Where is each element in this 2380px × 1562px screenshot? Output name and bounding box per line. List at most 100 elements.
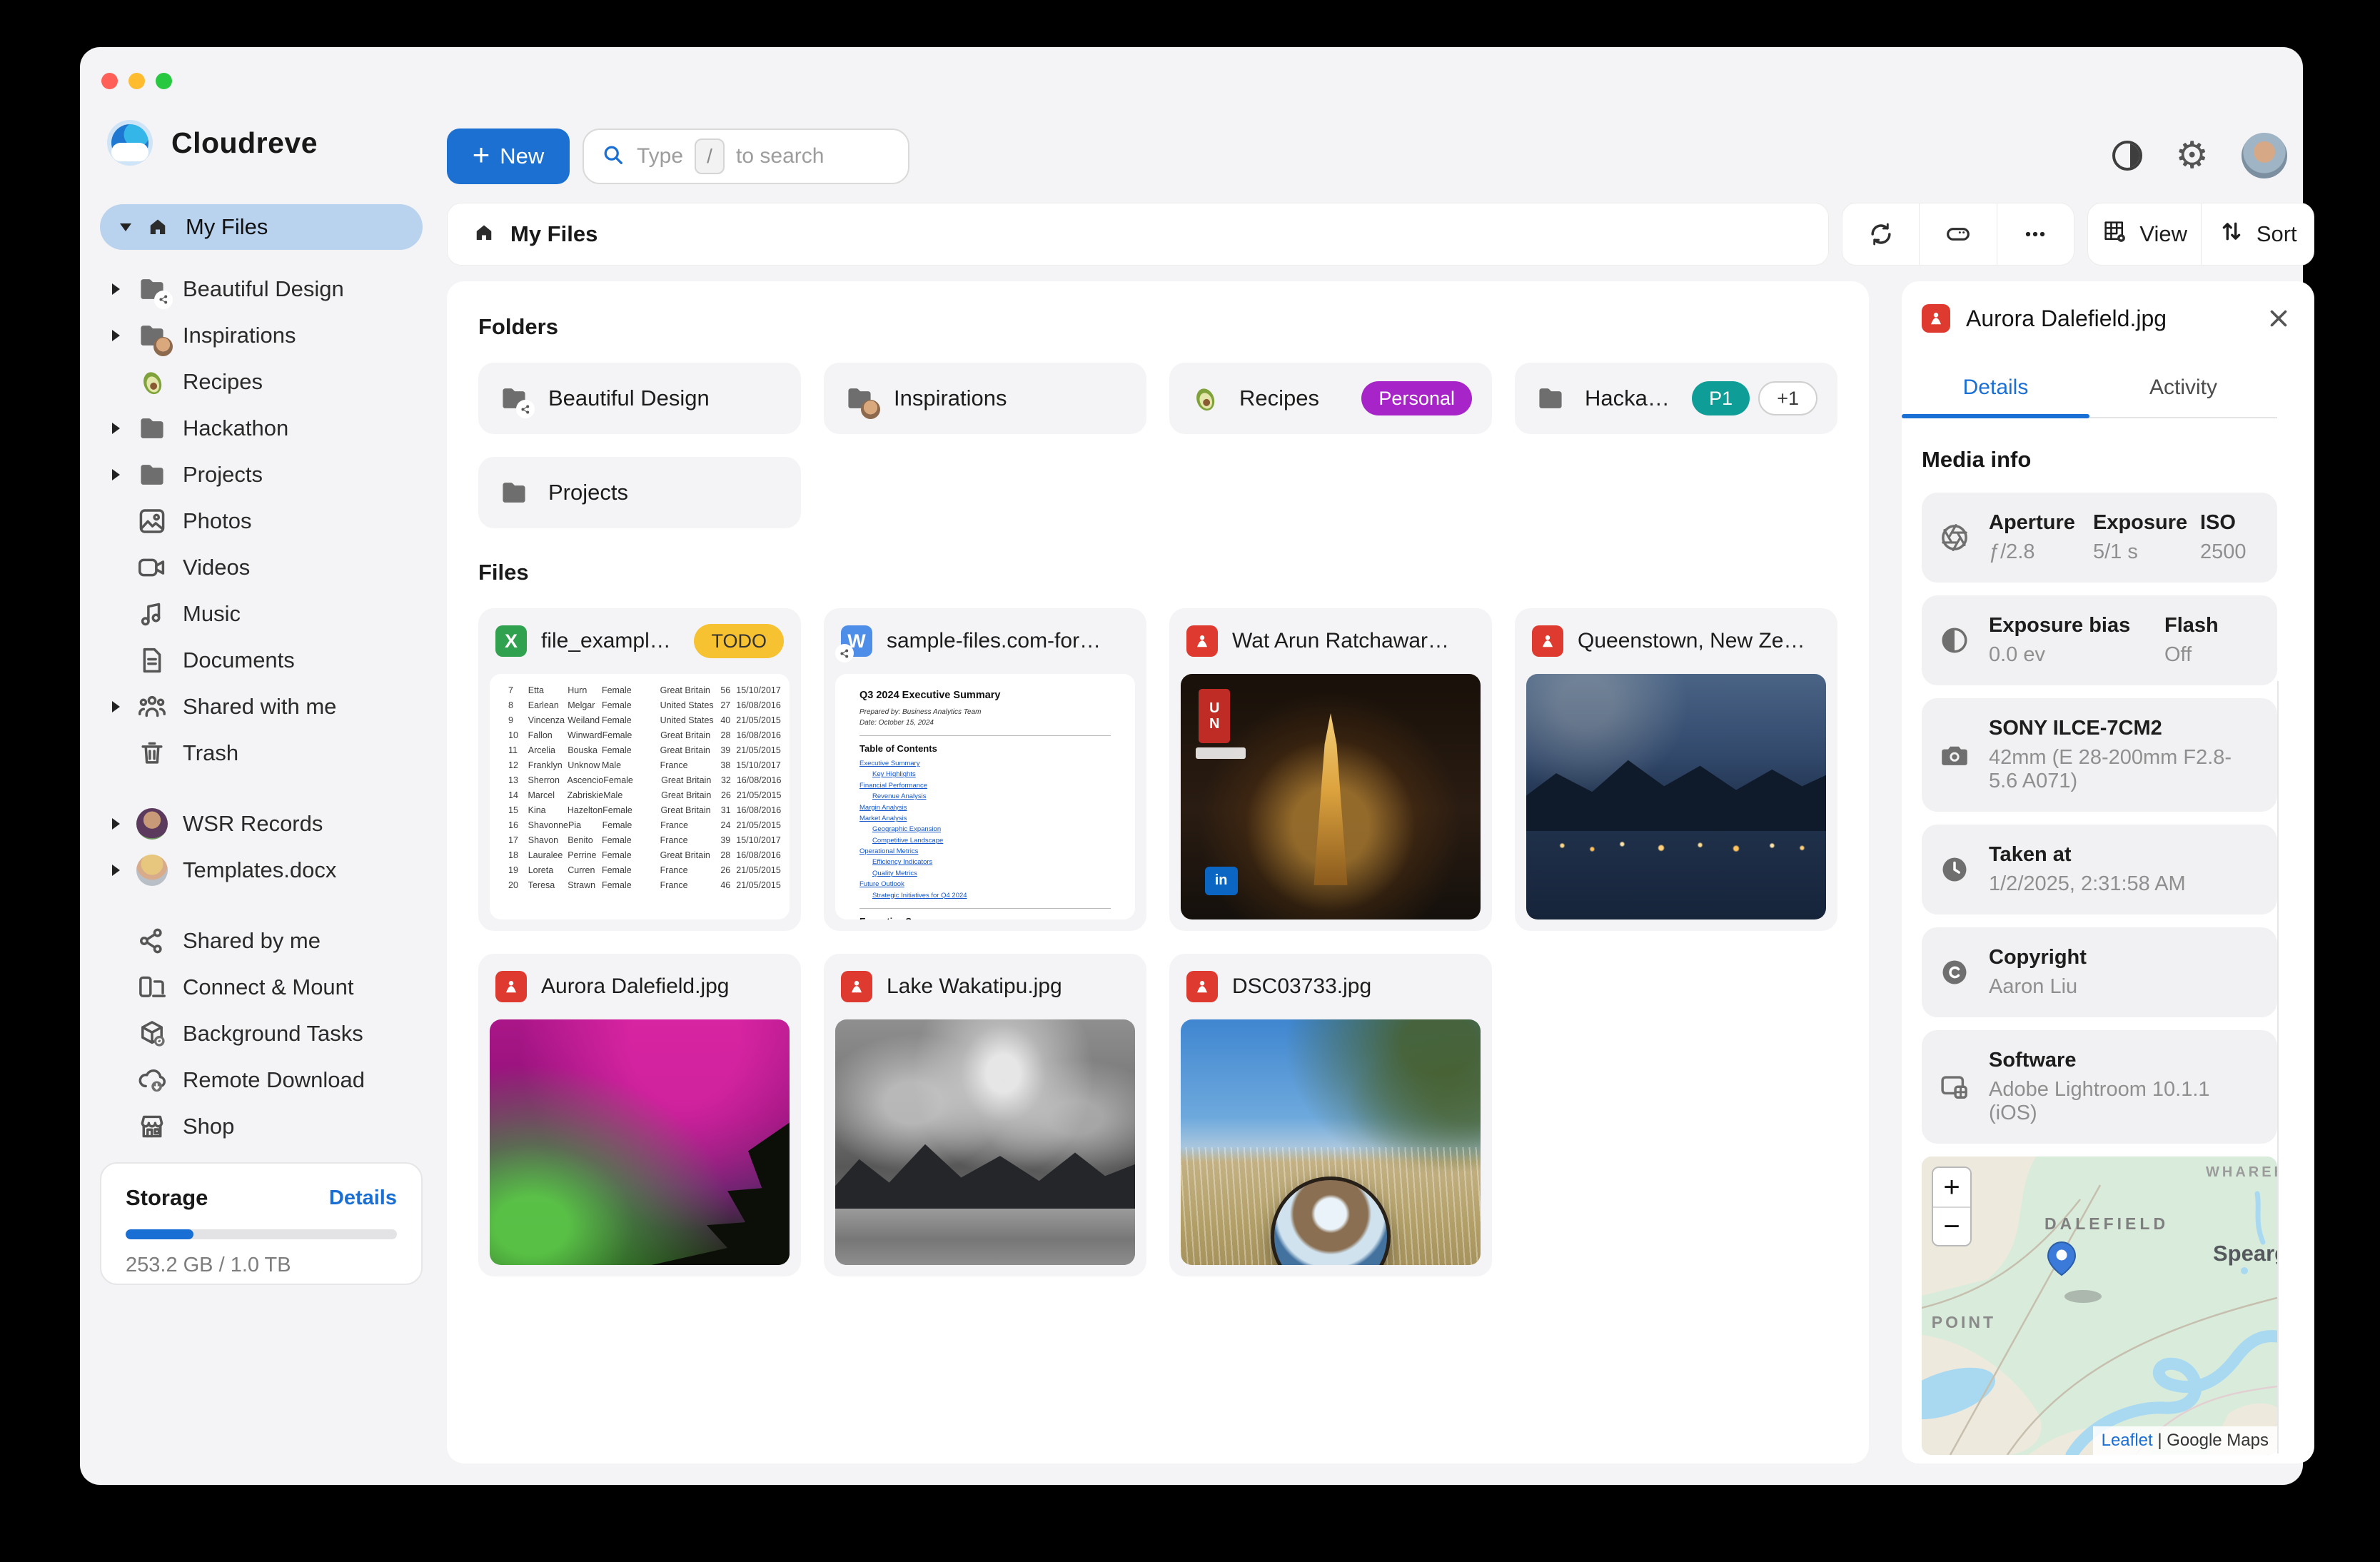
sidebar-item-templates-docx[interactable]: Templates.docx (100, 847, 428, 893)
maximize-window-button[interactable] (156, 73, 172, 89)
folders-grid: Beautiful Design Inspirations Recipes Pe… (478, 363, 1837, 528)
media-value: Adobe Lightroom 10.1.1 (iOS) (1989, 1078, 2246, 1125)
folder-card-projects[interactable]: Projects (478, 457, 801, 528)
sidebar-item-recipes[interactable]: Recipes (100, 358, 428, 405)
tab-activity[interactable]: Activity (2089, 363, 2277, 417)
minimize-window-button[interactable] (128, 73, 145, 89)
theme-toggle-icon[interactable] (2112, 141, 2142, 171)
media-value: Aaron Liu (1989, 975, 2246, 999)
sidebar-item-connect-mount[interactable]: Connect & Mount (100, 964, 428, 1010)
sidebar-item-shared-by-me[interactable]: Shared by me (100, 917, 428, 964)
sidebar-item-hackathon[interactable]: Hackathon (100, 405, 428, 451)
chevron-down-icon[interactable] (120, 223, 131, 231)
sort-button[interactable]: Sort (2201, 203, 2314, 265)
media-card-copyright: CopyrightAaron Liu (1922, 927, 2277, 1017)
sidebar-item-wsr-records[interactable]: WSR Records (100, 800, 428, 847)
sidebar-item-inspirations[interactable]: Inspirations (100, 312, 428, 358)
folder-card-beautiful-design[interactable]: Beautiful Design (478, 363, 801, 434)
breadcrumb[interactable]: My Files (447, 203, 1829, 266)
panel-scrollbar[interactable] (2277, 681, 2279, 1453)
file-card-sample-files-com-form-[interactable]: W sample-files.com-form… Q3 2024 Executi… (824, 608, 1146, 931)
storage-usage-text: 253.2 GB / 1.0 TB (126, 1254, 397, 1277)
refresh-button[interactable] (1842, 203, 1919, 265)
folder-name: Recipes (1239, 386, 1343, 411)
folder-card-recipes[interactable]: Recipes Personal (1169, 363, 1492, 434)
gear-icon[interactable]: ⚙ (2175, 137, 2209, 174)
tags-button[interactable] (1919, 203, 1996, 265)
chevron-right-icon[interactable] (112, 283, 120, 295)
sidebar-item-shop[interactable]: Shop (100, 1103, 428, 1149)
sidebar-item-shared-with-me[interactable]: Shared with me (100, 683, 428, 730)
sidebar-item-my-files[interactable]: My Files (100, 204, 423, 250)
storage-details-link[interactable]: Details (329, 1186, 397, 1210)
avatar-blonde-icon (131, 855, 173, 886)
image-file-icon (1922, 304, 1950, 333)
photo-thumbnail-ball (1181, 1019, 1481, 1265)
music-icon (131, 598, 173, 630)
chevron-right-icon[interactable] (112, 469, 120, 480)
view-button[interactable]: View (2088, 203, 2201, 265)
tab-details[interactable]: Details (1902, 363, 2089, 417)
search-input[interactable]: Type / to search (583, 129, 909, 184)
media-card-contrast-half: Exposure bias0.0 evFlashOff (1922, 595, 2277, 685)
sidebar-item-background-tasks[interactable]: Background Tasks (100, 1010, 428, 1057)
sidebar-item-videos[interactable]: Videos (100, 544, 428, 590)
media-value: 0.0 ev (1989, 643, 2164, 667)
user-avatar[interactable] (2242, 133, 2287, 178)
map-label-point: S POINT (1922, 1313, 1996, 1331)
file-card-lake-wakatipu-jpg[interactable]: Lake Wakatipu.jpg (824, 954, 1146, 1276)
map-tiles: DALEFIELD Speargra WHAREHU S POINT (1922, 1157, 2277, 1455)
package-sync-icon (131, 1018, 173, 1049)
folder-card-inspirations[interactable]: Inspirations (824, 363, 1146, 434)
media-label: Software (1989, 1049, 2246, 1072)
more-options-button[interactable] (1997, 203, 2074, 265)
map-zoom-in-button[interactable]: + (1933, 1168, 1970, 1206)
file-card-queenstown-new-zeal-[interactable]: Queenstown, New Zeal… (1515, 608, 1837, 931)
folders-heading: Folders (478, 314, 1837, 340)
sidebar-item-remote-download[interactable]: Remote Download (100, 1057, 428, 1103)
sidebar-item-trash[interactable]: Trash (100, 730, 428, 776)
shop-icon (131, 1111, 173, 1142)
new-button[interactable]: + New (447, 129, 570, 184)
share-icon (131, 925, 173, 957)
folder-name: Projects (548, 480, 762, 505)
map-zoom-out-button[interactable]: − (1933, 1206, 1970, 1245)
share-overlay-icon (154, 291, 173, 309)
map-label-dalefield: DALEFIELD (2044, 1214, 2169, 1233)
image-outline-icon (131, 505, 173, 537)
topbar-actions: ⚙ (2112, 133, 2287, 178)
files-grid: X file_example… TODO 7EttaHurnFemaleGrea… (478, 608, 1837, 1276)
video-icon (131, 552, 173, 583)
avocado-icon (1189, 383, 1221, 414)
camera-icon (1939, 740, 1970, 771)
file-name: Wat Arun Ratchawarar… (1232, 629, 1461, 653)
location-map[interactable]: DALEFIELD Speargra WHAREHU S POINT + − L… (1922, 1157, 2277, 1455)
chevron-right-icon[interactable] (112, 330, 120, 341)
close-window-button[interactable] (101, 73, 118, 89)
sidebar-item-beautiful-design[interactable]: Beautiful Design (100, 266, 428, 312)
file-card-aurora-dalefield-jpg[interactable]: Aurora Dalefield.jpg (478, 954, 801, 1276)
slash-key-hint: / (695, 138, 725, 174)
sidebar-item-label: Remote Download (183, 1067, 365, 1093)
file-card-file-example-[interactable]: X file_example… TODO 7EttaHurnFemaleGrea… (478, 608, 801, 931)
files-heading: Files (478, 560, 1837, 585)
folder-card-hackathon[interactable]: Hackathon P1+1 (1515, 363, 1837, 434)
photo-thumbnail-aurora (490, 1019, 790, 1265)
file-card-wat-arun-ratchawarar-[interactable]: Wat Arun Ratchawarar… UNin (1169, 608, 1492, 931)
chevron-right-icon[interactable] (112, 423, 120, 434)
sidebar-item-music[interactable]: Music (100, 590, 428, 637)
chevron-right-icon[interactable] (112, 701, 120, 712)
media-label: SONY ILCE-7CM2 (1989, 717, 2246, 740)
chevron-right-icon[interactable] (112, 818, 120, 830)
sidebar-item-projects[interactable]: Projects (100, 451, 428, 498)
sidebar-item-label: Music (183, 601, 241, 627)
file-browser: Folders Beautiful Design Inspirations Re… (447, 281, 1869, 1463)
sidebar-item-photos[interactable]: Photos (100, 498, 428, 544)
media-label: Aperture (1989, 511, 2093, 535)
sidebar-item-documents[interactable]: Documents (100, 637, 428, 683)
leaflet-link[interactable]: Leaflet (2102, 1431, 2153, 1450)
chevron-right-icon[interactable] (112, 865, 120, 876)
file-card-dsc03733-jpg[interactable]: DSC03733.jpg (1169, 954, 1492, 1276)
close-icon[interactable] (2263, 303, 2294, 334)
folder-icon (498, 477, 530, 508)
